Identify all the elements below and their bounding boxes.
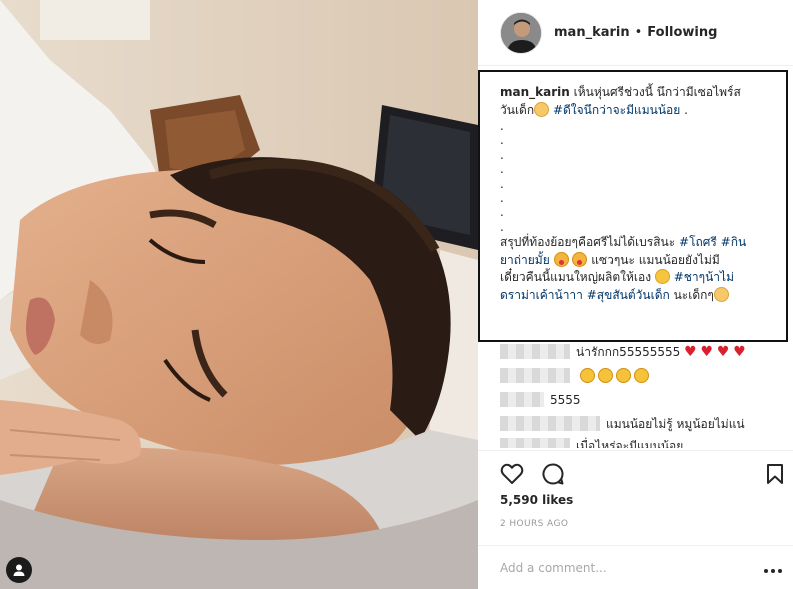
caption-text: นะเด็กๆ [669,287,714,302]
comment-item [500,368,652,384]
post-photo[interactable] [0,0,478,589]
comment-item: แมนน้อยไม่รู้ หมูน้อยไม่แน่ [500,416,745,432]
caption-username-link[interactable]: man_karin [500,85,570,99]
hashtag-link[interactable]: ยาถ่ายมั้ย [500,253,550,267]
caption-dot: . [500,176,504,191]
tongue-face-emoji-icon [572,251,588,267]
avatar-image [501,12,541,53]
caption-dots: . . . . . . . . [500,119,778,234]
comment-item: น่ารักกก55555555 ♥ ♥ ♥ ♥ [500,344,746,360]
save-button[interactable] [762,461,788,487]
laughing-emoji-icon [579,368,595,383]
caption-line-4: ยาถ่ายมั้ย แซวๆนะ แมนน้อยยังไม่มี [500,251,778,270]
caption-dot: . [500,119,504,133]
add-comment-input[interactable] [500,558,740,578]
caption-text: . [680,102,688,117]
caption-line-1: man_karin เห็นหุ่นศรีช่วงนี้ นึกว่ามีเซอ… [500,84,778,102]
more-options-button[interactable] [761,562,785,574]
blurred-username[interactable] [500,392,544,407]
following-button[interactable]: Following [647,25,717,40]
laughing-emoji-icon [633,368,649,383]
laughing-emoji-icon [597,368,613,383]
caption-dot: . [500,191,504,206]
speech-bubble-icon [542,463,564,485]
caption-line-5: เดี๋ยวคืนนี้แมนใหญ่ผลิตให้เอง #ชาๆน้าไม่ [500,269,778,287]
header-separator: • [634,25,643,40]
baby-emoji-icon [534,101,550,117]
post-side-panel: man_karin • Following man_karin เห็นหุ่น… [478,0,793,589]
blurred-username[interactable] [500,438,570,448]
more-dots-icon [764,569,782,573]
blurred-username[interactable] [500,368,570,383]
baby-emoji-icon [713,286,729,302]
user-tag-button[interactable] [6,557,32,583]
comment-list[interactable]: น่ารักกก55555555 ♥ ♥ ♥ ♥ 5555 แมนน้อยไม่… [500,342,790,448]
caption-dot: . [500,162,504,177]
author-username-link[interactable]: man_karin [554,25,630,40]
caption-dot: . [500,147,504,162]
heart-outline-icon [500,463,524,484]
hashtag-link[interactable]: #ดีใจนึกว่าจะมีแมนน้อย [553,103,680,117]
person-tag-icon [13,564,25,576]
comment-text: 5555 [550,393,581,407]
add-comment-bar [478,545,793,589]
hashtag-link[interactable]: #สุขสันต์วันเด็ก [587,288,670,302]
sleeping-man-photo [0,0,478,589]
like-button[interactable] [499,461,525,487]
red-heart-emoji-icon: ♥ [716,344,730,360]
post-caption: man_karin เห็นหุ่นศรีช่วงนี้ นึกว่ามีเซอ… [478,70,788,342]
post-header: man_karin • Following [478,0,793,66]
likes-count[interactable]: 5,590 likes [500,493,573,507]
comment-text: น่ารักกก55555555 [576,345,681,359]
tongue-face-emoji-icon [553,251,569,267]
smirk-emoji-icon [654,269,670,285]
comment-item: เมื่อไหร่จะมีแมนน้อย [500,438,683,448]
caption-text: สรุปที่ท้องย้อยๆคือศรีไม่ได้เบรสินะ [500,235,680,250]
caption-text: แซวๆนะ แมนน้อยยังไม่มี [587,252,720,267]
hashtag-link[interactable]: #ชาๆน้าไม่ [674,270,734,284]
red-heart-emoji-icon: ♥ [733,344,746,360]
action-bar [478,450,793,492]
laughing-emoji-icon [615,368,631,383]
caption-line-2: วันเด็ก #ดีใจนึกว่าจะมีแมนน้อย . [500,101,778,120]
bookmark-icon [767,464,783,484]
caption-text: เห็นหุ่นศรีช่วงนี้ นึกว่ามีเซอไพร์ส [569,85,741,99]
blurred-username[interactable] [500,416,600,431]
post-timestamp[interactable]: 2 HOURS AGO [500,519,568,529]
caption-line-6: ดราม่าเค้าน้าาา #สุขสันต์วันเด็ก นะเด็กๆ [500,286,778,305]
comment-button[interactable] [540,461,566,487]
caption-line-3: สรุปที่ท้องย้อยๆคือศรีไม่ได้เบรสินะ #โถศ… [500,234,778,252]
red-heart-emoji-icon: ♥ [700,344,714,360]
red-heart-emoji-icon: ♥ [684,344,697,360]
caption-text: เดี๋ยวคืนนี้แมนใหญ่ผลิตให้เอง [500,270,655,285]
comment-text: เมื่อไหร่จะมีแมนน้อย [576,439,684,448]
comment-text: แมนน้อยไม่รู้ หมูน้อยไม่แน่ [606,417,745,431]
caption-text: วันเด็ก [500,102,535,117]
caption-dot: . [500,205,504,220]
hashtag-link[interactable]: ดราม่าเค้าน้าาา [500,288,583,302]
hashtag-link[interactable]: #กิน [721,235,747,249]
caption-dot: . [500,219,504,234]
author-avatar[interactable] [500,11,542,54]
hashtag-link[interactable]: #โถศรี [679,235,717,249]
blurred-username[interactable] [500,344,570,359]
comment-item: 5555 [500,392,581,408]
caption-dot: . [500,133,504,148]
